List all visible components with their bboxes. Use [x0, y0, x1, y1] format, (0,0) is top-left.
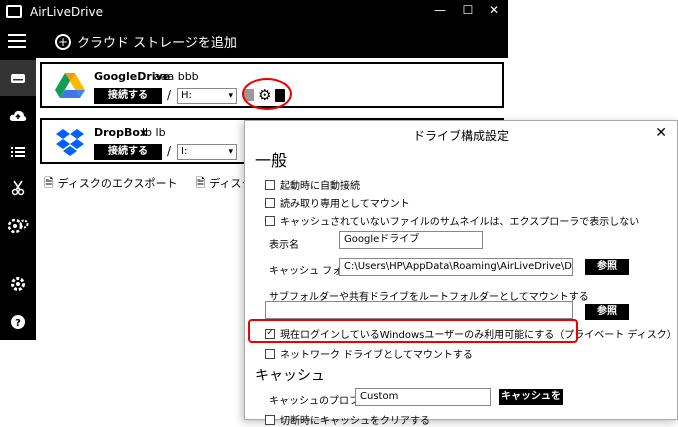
help-icon: ?: [11, 315, 25, 329]
sidebar-item-tools[interactable]: [0, 170, 36, 206]
sidebar-item-upload[interactable]: [0, 98, 36, 134]
browse-button-2[interactable]: 参照: [585, 304, 629, 320]
checkbox-label: 起動時に自動接続: [280, 181, 360, 192]
cache-profile-select[interactable]: Custom: [355, 388, 491, 406]
google-drive-logo-icon: [55, 73, 85, 98]
drive-letter-value: I:: [181, 146, 188, 157]
checkbox-label: ネットワーク ドライブとしてマウントする: [280, 350, 473, 361]
title-bar: AirLiveDrive — ☐ ✕: [0, 0, 508, 24]
add-cloud-label: クラウド ストレージを追加: [77, 36, 237, 51]
drive-letter-select[interactable]: I: ▾: [177, 144, 237, 160]
checkbox-box[interactable]: [265, 348, 275, 359]
gear-icon: [11, 277, 25, 291]
highlight-circle: [242, 78, 292, 110]
sidebar-item-drives[interactable]: [0, 60, 36, 96]
sidebar-item-list[interactable]: [0, 134, 36, 170]
cache-folder-input[interactable]: C:\Users\HP\AppData\Roaming\AirLiveDrive…: [339, 258, 573, 276]
checkbox-box[interactable]: [265, 197, 275, 208]
subfolder-input[interactable]: [265, 301, 573, 319]
app-title: AirLiveDrive: [30, 5, 103, 19]
close-button[interactable]: ✕: [484, 3, 504, 17]
plus-circle-icon: +: [55, 33, 71, 50]
checkbox-label: 読み取り専用としてマウント: [280, 199, 410, 210]
general-heading: 一般: [255, 151, 288, 170]
drive-config-dialog: ドライブ構成設定 ✕ 一般 起動時に自動接続 読み取り専用としてマウント キャッ…: [244, 120, 678, 427]
separator-slash: /: [167, 144, 172, 158]
app-logo-icon: [6, 5, 22, 18]
sidebar-item-settings[interactable]: [0, 266, 36, 302]
export-file-icon: 🗎: [44, 176, 54, 190]
chevron-down-icon: ▾: [228, 91, 233, 101]
display-name-input[interactable]: Googleドライブ: [339, 231, 483, 249]
dialog-title: ドライブ構成設定: [412, 129, 509, 143]
dropbox-logo-icon: [56, 129, 84, 156]
maximize-button[interactable]: ☐: [458, 3, 478, 17]
connect-button[interactable]: 接続する: [94, 144, 162, 160]
checkbox-box[interactable]: [265, 215, 275, 226]
chevron-down-icon: ▾: [228, 147, 233, 157]
export-disk-link[interactable]: 🗎 ディスクのエクスポート: [44, 174, 178, 195]
drive-letter-value: H:: [181, 90, 192, 101]
cache-profile-value: Custom: [360, 391, 399, 402]
toolbar: + クラウド ストレージを追加: [0, 28, 508, 58]
scissors-icon: [11, 180, 25, 196]
checkbox-readonly[interactable]: 読み取り専用としてマウント: [265, 195, 410, 210]
drive-name: DropBox: [94, 126, 148, 139]
dialog-close-icon[interactable]: ✕: [655, 125, 667, 141]
drive-user: aaa bbb: [154, 70, 199, 83]
sidebar-item-help[interactable]: ?: [0, 304, 36, 340]
export-disk-label: ディスクのエクスポート: [57, 177, 178, 190]
sidebar-item-settings-group[interactable]: [0, 208, 36, 244]
gears-icon: [7, 218, 29, 234]
import-file-icon: 🗎: [195, 176, 206, 190]
sidebar: ?: [0, 58, 36, 340]
connect-button[interactable]: 接続する: [94, 88, 162, 104]
cache-heading: キャッシュ: [255, 368, 325, 384]
highlight-rectangle: [248, 319, 578, 343]
checkbox-autoconnect[interactable]: 起動時に自動接続: [265, 177, 360, 192]
checkbox-thumbnails[interactable]: キャッシュされていないファイルのサムネイルは、エクスプローラで表示しない: [265, 213, 639, 228]
checkbox-label: キャッシュされていないファイルのサムネイルは、エクスプローラで表示しない: [280, 217, 640, 228]
browse-button[interactable]: 参照: [585, 259, 629, 275]
drive-letter-select[interactable]: H: ▾: [177, 88, 237, 104]
drive-icon: [11, 74, 25, 83]
svg-text:?: ?: [15, 318, 21, 329]
display-name-label: 表示名: [269, 240, 299, 251]
separator-slash: /: [167, 88, 172, 102]
minimize-button[interactable]: —: [430, 3, 450, 17]
checkbox-network[interactable]: ネットワーク ドライブとしてマウントする: [265, 346, 473, 361]
drive-user: lb lb: [142, 126, 166, 139]
menu-icon[interactable]: [8, 34, 26, 48]
cloud-upload-icon: [9, 110, 27, 121]
list-icon: [11, 147, 25, 157]
add-cloud-storage-button[interactable]: + クラウド ストレージを追加: [55, 32, 237, 51]
checkbox-box[interactable]: [265, 179, 275, 190]
clear-cache-button[interactable]: キャッシュをクリア: [499, 389, 563, 418]
